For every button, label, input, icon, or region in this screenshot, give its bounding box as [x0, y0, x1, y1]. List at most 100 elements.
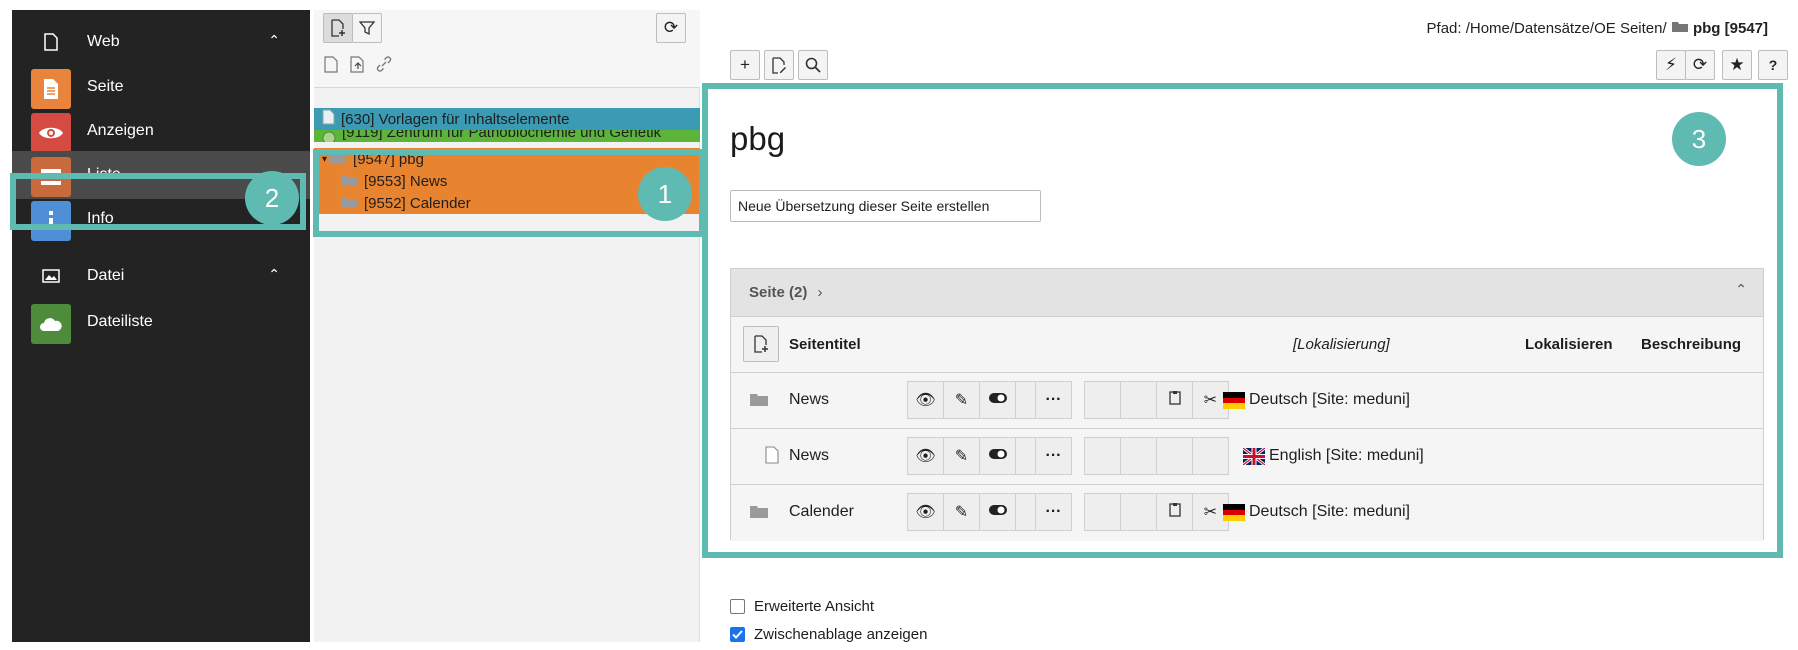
language-label: Deutsch [Site: meduni]	[1249, 391, 1410, 408]
new-page-icon	[331, 19, 345, 37]
tree-node[interactable]: [630] Vorlagen für Inhaltselemente	[314, 108, 700, 130]
refresh-tree-button[interactable]: ⟳	[656, 13, 686, 43]
folder-icon	[340, 173, 358, 190]
view-button[interactable]: 👁︎	[907, 493, 944, 531]
table-row: Calender 👁︎ ✎ ··· ✂︎ Deutsch [Site: medu…	[731, 485, 1763, 541]
row-language: Deutsch [Site: meduni]	[1223, 391, 1410, 409]
menu-item-anzeigen[interactable]: Anzeigen	[12, 107, 310, 155]
reload-button[interactable]: ⟳	[1685, 50, 1715, 80]
page-title: pbg	[730, 120, 786, 157]
help-button[interactable]: ?	[1758, 50, 1788, 80]
new-page-button[interactable]	[323, 13, 353, 43]
content-area: pbg Neue Übersetzung dieser Seite erstel…	[700, 84, 1798, 650]
menu-item-label: Info	[87, 210, 114, 227]
group-datei[interactable]: Datei ⌃	[12, 254, 310, 298]
link-icon[interactable]	[376, 56, 392, 77]
create-translation-button[interactable]: Neue Übersetzung dieser Seite erstellen	[730, 190, 1041, 222]
collapse-icon[interactable]: ⌃	[1735, 281, 1747, 298]
tree-node-selected[interactable]: ▾ [9547] pbg	[314, 148, 700, 170]
view-button[interactable]: 👁︎	[907, 437, 944, 475]
folder-icon	[749, 505, 769, 524]
new-record-button[interactable]	[743, 326, 779, 362]
annotation-badge-3: 3	[1672, 112, 1726, 166]
toggle-visibility-button[interactable]	[979, 381, 1016, 419]
filter-icon	[359, 21, 375, 36]
folder-icon	[340, 195, 358, 212]
refresh-icon: ⟳	[663, 18, 679, 37]
more-button[interactable]: ···	[1035, 437, 1072, 475]
row-actions: 👁︎ ✎	[907, 437, 1052, 475]
panel-header[interactable]: Seite (2) › ⌃	[731, 269, 1763, 317]
column-title: Seitentitel	[789, 336, 861, 353]
row-title[interactable]: News	[789, 447, 829, 465]
menu-item-label: Liste	[87, 166, 121, 183]
page-shortcut-icon[interactable]	[350, 56, 366, 78]
star-icon: ★	[1729, 55, 1745, 74]
edit-button[interactable]	[764, 50, 794, 80]
toggle-visibility-button[interactable]	[979, 493, 1016, 531]
copy-button[interactable]	[1156, 381, 1193, 419]
row-title[interactable]: Calender	[789, 503, 854, 521]
filter-button[interactable]	[352, 13, 382, 43]
tree-node-label: [9552] Calender	[364, 194, 471, 212]
clear-cache-button[interactable]: ⚡︎	[1656, 50, 1686, 80]
empty-slot	[1084, 381, 1121, 419]
show-clipboard-checkbox[interactable]: Zwischenablage anzeigen	[730, 620, 927, 648]
menu-item-dateiliste[interactable]: Dateiliste	[12, 298, 310, 346]
toggle-visibility-button[interactable]	[979, 437, 1016, 475]
edit-button[interactable]: ✎	[943, 381, 980, 419]
clipboard-icon	[1168, 502, 1181, 522]
empty-slot	[1084, 437, 1121, 475]
panel-title: Seite (2) ›	[749, 284, 823, 301]
page-icon[interactable]	[324, 56, 338, 78]
tree-node[interactable]: [9119] Zentrum für Pathobiochemie und Ge…	[314, 130, 700, 142]
breadcrumb-current: pbg [9547]	[1692, 20, 1768, 37]
more-button[interactable]: ···	[1035, 381, 1072, 419]
eye-icon	[31, 113, 71, 153]
checkbox-checked[interactable]	[730, 626, 745, 642]
group-web[interactable]: Web ⌃	[12, 20, 310, 64]
folder-icon	[329, 151, 347, 168]
ellipsis-icon: ···	[1045, 391, 1062, 408]
help-icon: ?	[1768, 57, 1778, 73]
view-options: Erweiterte Ansicht Zwischenablage anzeig…	[730, 592, 927, 648]
annotation-badge-1: 1	[638, 167, 692, 221]
edit-button[interactable]: ✎	[943, 437, 980, 475]
row-language: Deutsch [Site: meduni]	[1223, 503, 1410, 521]
menu-item-label: Seite	[87, 78, 124, 95]
screen: Web ⌃ Seite Anzeigen Liste Info Datei ⌃ …	[0, 0, 1798, 650]
more-button[interactable]: ···	[1035, 493, 1072, 531]
row-actions: 👁︎ ✎	[907, 381, 1052, 419]
view-button[interactable]: 👁︎	[907, 381, 944, 419]
row-title[interactable]: News	[789, 391, 829, 409]
edit-page-icon	[772, 56, 786, 74]
checkbox-unchecked[interactable]	[730, 598, 745, 614]
edit-button[interactable]: ✎	[943, 493, 980, 531]
copy-button[interactable]	[1156, 493, 1193, 531]
more-group: ···	[1035, 437, 1072, 475]
page-module-icon	[31, 69, 71, 109]
search-icon	[805, 57, 821, 73]
chevron-up-icon[interactable]: ⌃	[268, 266, 280, 283]
scissors-icon: ✂︎	[1203, 504, 1218, 521]
search-button[interactable]	[798, 50, 828, 80]
language-label: Deutsch [Site: meduni]	[1249, 503, 1410, 520]
extended-view-checkbox[interactable]: Erweiterte Ansicht	[730, 592, 927, 620]
info-icon	[31, 201, 71, 241]
panel-title-text: Seite (2)	[749, 284, 808, 301]
page-icon	[42, 33, 60, 51]
clipboard-actions: ✂︎	[1084, 493, 1229, 531]
ellipsis-icon: ···	[1045, 447, 1062, 464]
tree-node-label: [9547] pbg	[353, 150, 424, 168]
bookmark-button[interactable]: ★	[1722, 50, 1752, 80]
add-button[interactable]: +	[730, 50, 760, 80]
menu-item-seite[interactable]: Seite	[12, 63, 310, 111]
chevron-up-icon[interactable]: ⌃	[268, 32, 280, 49]
empty-slot	[1084, 493, 1121, 531]
annotation-badge-2: 2	[245, 171, 299, 225]
more-group: ···	[1035, 493, 1072, 531]
globe-icon	[322, 130, 336, 142]
doc-header: Pfad: /Home/Datensätze/OE Seiten/ pbg [9…	[700, 10, 1798, 84]
image-icon	[42, 267, 60, 285]
flag-de-icon	[1223, 391, 1245, 409]
